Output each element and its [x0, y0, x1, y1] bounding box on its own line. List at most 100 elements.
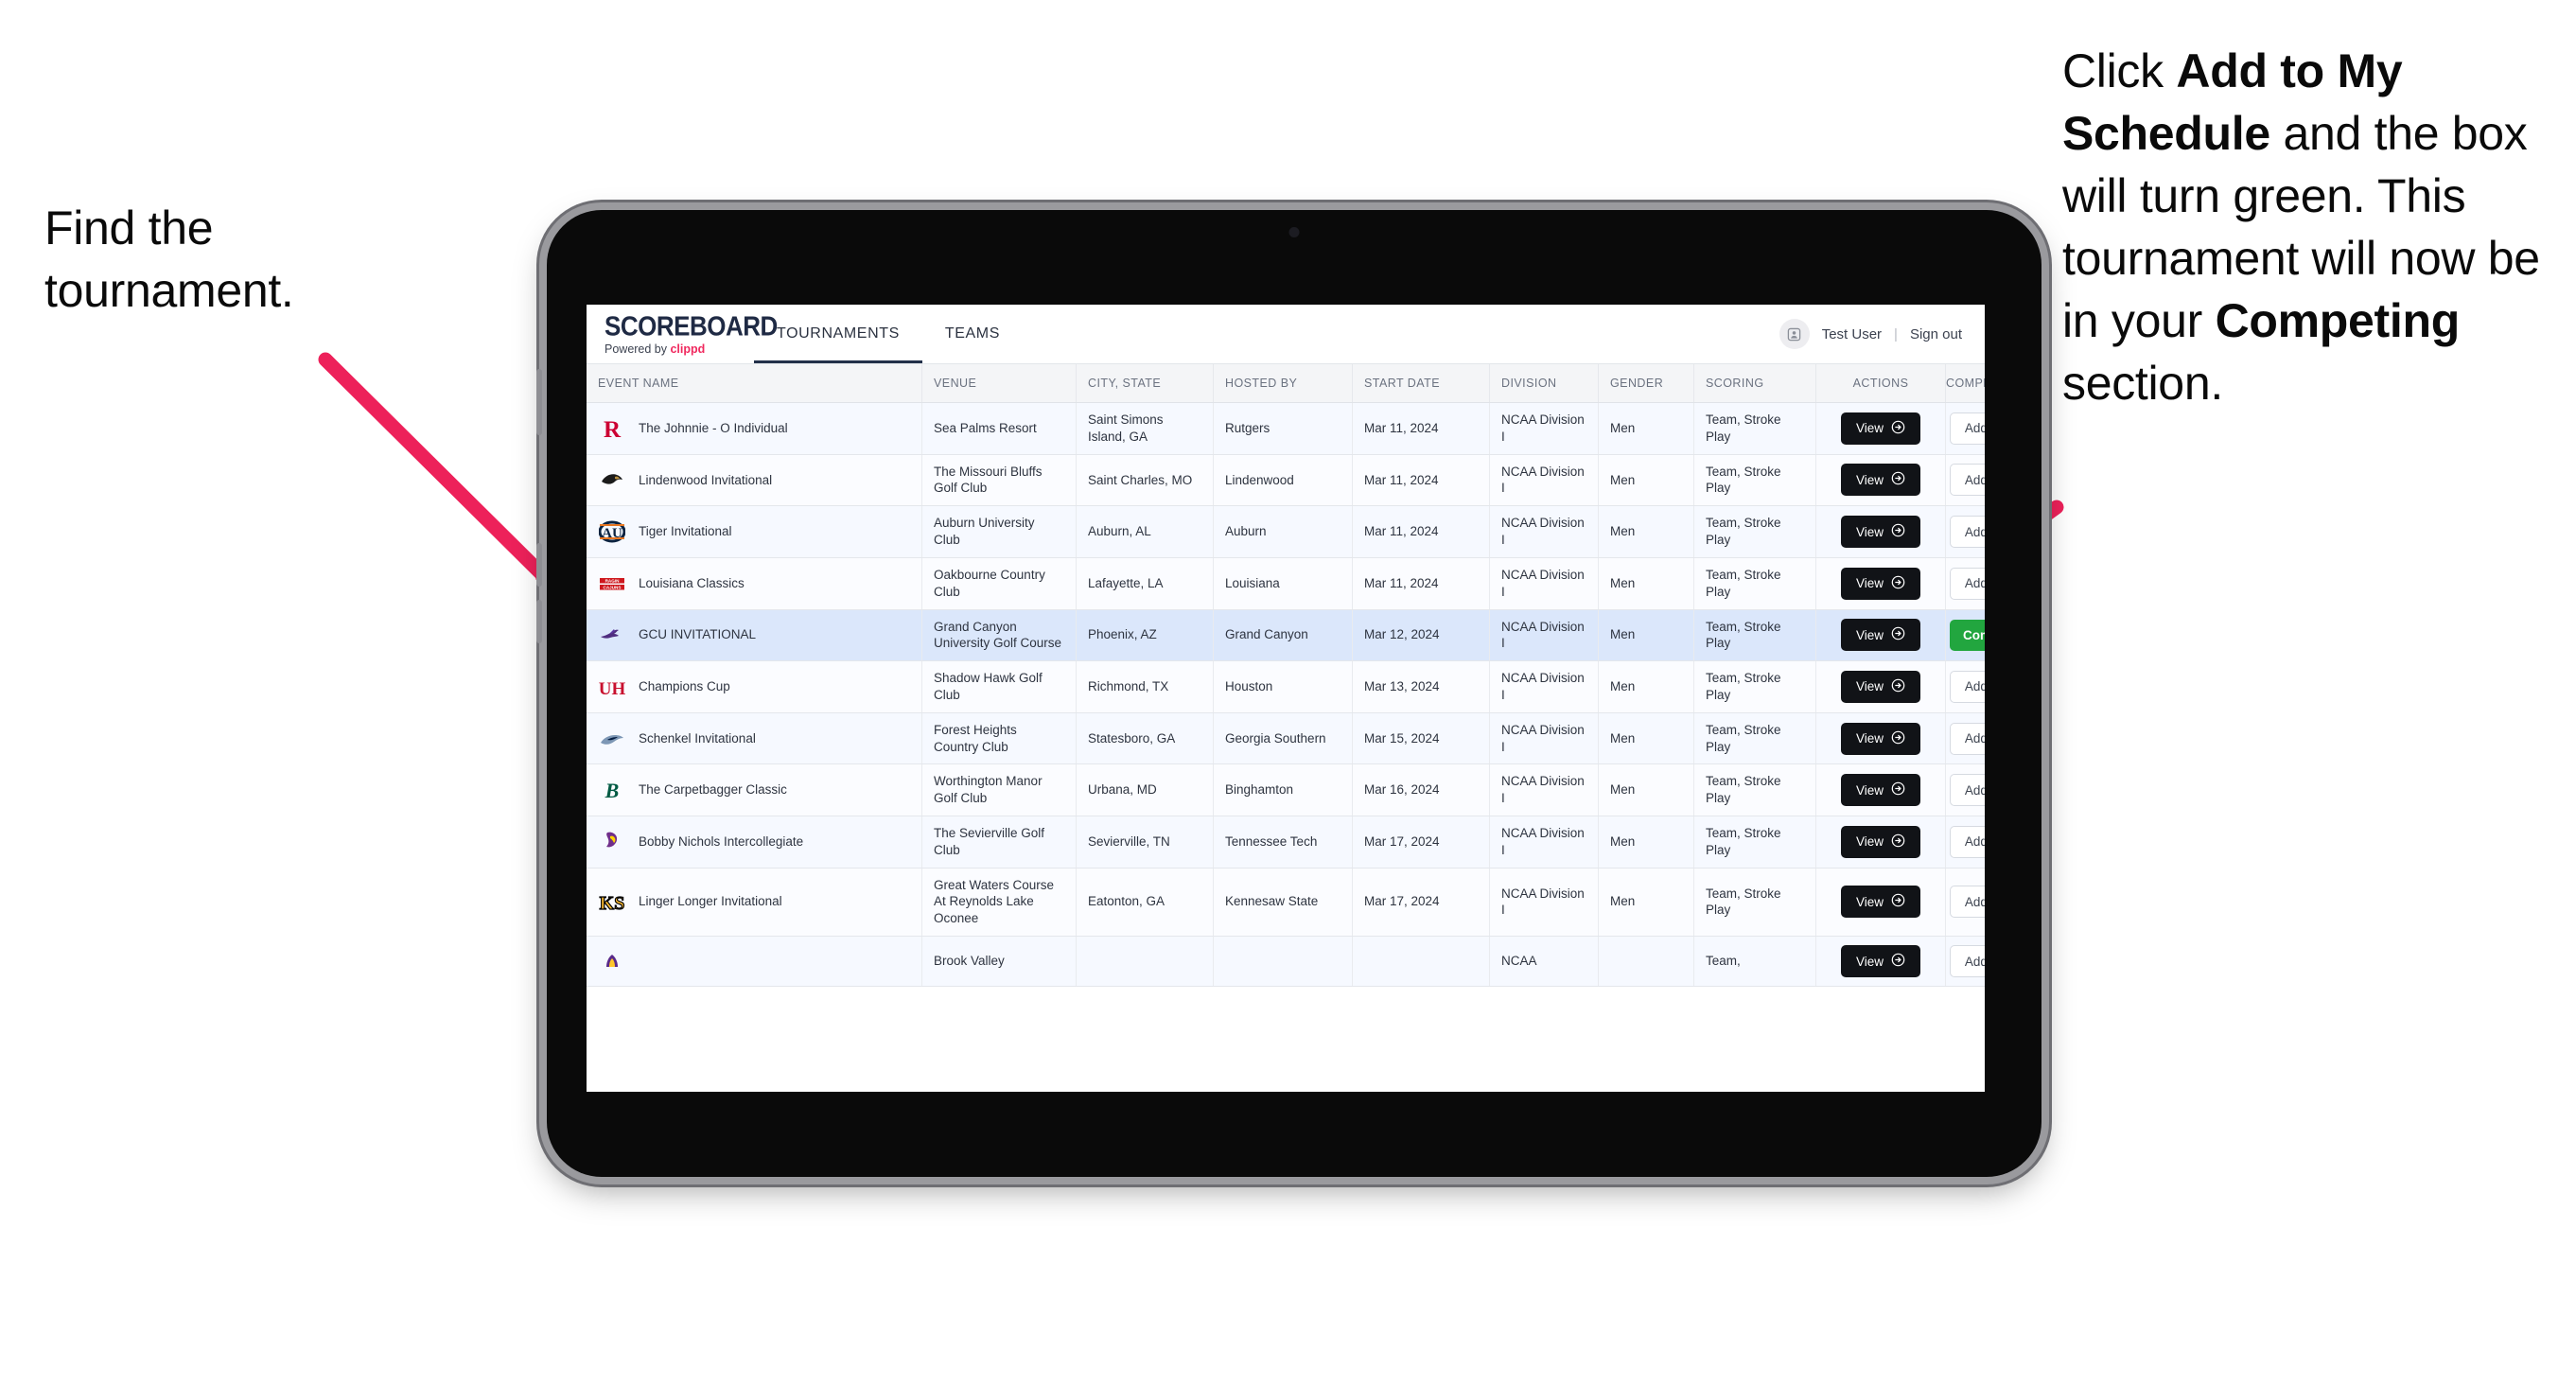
add-to-my-schedule-button[interactable]: Add to My Schedule+ [1950, 516, 1985, 549]
houston-logo: UH [598, 673, 626, 701]
view-button[interactable]: View [1840, 722, 1921, 755]
user-separator: | [1894, 325, 1898, 342]
table-row[interactable]: Brook Valley NCAA Team, View Add to My Sched… [587, 936, 1985, 988]
view-button[interactable]: View [1840, 412, 1921, 445]
cell-competing: Competing✓ [1945, 609, 1985, 662]
powered-by-text: Powered by [605, 342, 671, 356]
brand-logo: SCOREBOARD Powered by clippd [587, 305, 778, 363]
tab-tournaments[interactable]: TOURNAMENTS [754, 305, 922, 363]
cell-competing: Add to My Schedule+ [1945, 936, 1985, 988]
view-button-label: View [1855, 627, 1884, 642]
volume-down-button[interactable] [536, 600, 542, 643]
view-button[interactable]: View [1840, 886, 1921, 919]
cell-hosted-by [1213, 936, 1353, 988]
arrow-circle-right-icon [1891, 678, 1905, 695]
binghamton-logo: B [598, 776, 626, 804]
cell-hosted-by: Kennesaw State [1213, 868, 1353, 938]
power-button[interactable] [536, 369, 542, 435]
cell-gender: Men [1598, 402, 1694, 455]
add-to-my-schedule-button[interactable]: Add to My Schedule+ [1950, 412, 1985, 445]
add-to-my-schedule-button[interactable]: Add to My Schedule+ [1950, 825, 1985, 858]
view-button[interactable]: View [1840, 774, 1921, 807]
cell-event-name: UH Champions Cup [587, 660, 922, 713]
cell-scoring: Team, Stroke Play [1693, 712, 1816, 765]
cell-competing: Add to My Schedule+ [1945, 505, 1985, 558]
view-button-label: View [1855, 834, 1884, 850]
tab-tournaments-label: TOURNAMENTS [777, 325, 900, 342]
add-to-my-schedule-button[interactable]: Add to My Schedule+ [1950, 886, 1985, 919]
cell-division: NCAA Division I [1489, 868, 1599, 938]
svg-text:R: R [604, 417, 622, 442]
arrow-circle-right-icon [1891, 420, 1905, 437]
table-row[interactable]: Lindenwood Invitational The Missouri Bluf… [587, 454, 1985, 507]
add-to-my-schedule-button[interactable]: Add to My Schedule+ [1950, 567, 1985, 600]
table-row[interactable]: AU Tiger Invitational Auburn University Cl… [587, 505, 1985, 558]
add-to-my-schedule-button[interactable]: Add to My Schedule+ [1950, 722, 1985, 755]
arrow-circle-right-icon [1891, 833, 1905, 851]
column-header-event-name[interactable]: EVENT NAME [587, 364, 922, 403]
cell-competing: Add to My Schedule+ [1945, 763, 1985, 816]
cell-scoring: Team, Stroke Play [1693, 505, 1816, 558]
tablet-device-frame: SCOREBOARD Powered by clippd TOURNAMENTS… [536, 210, 2042, 1177]
cell-event-name [587, 936, 922, 988]
cell-gender: Men [1598, 557, 1694, 610]
tournaments-table: EVENT NAME VENUE CITY, STATE HOSTED BY S… [587, 364, 1985, 988]
user-name[interactable]: Test User [1822, 326, 1882, 342]
cell-event-name: R The Johnnie - O Individual [587, 402, 922, 455]
add-button-label: Add to My Schedule [1964, 894, 1985, 909]
column-header-division[interactable]: DIVISION [1489, 364, 1599, 403]
competing-button[interactable]: Competing✓ [1950, 619, 1985, 651]
cell-event-name: Bobby Nichols Intercollegiate [587, 816, 922, 868]
column-header-competing: COMPETING [1945, 364, 1985, 403]
table-row[interactable]: UH Champions Cup Shadow Hawk Golf Club Rich… [587, 660, 1985, 713]
table-row[interactable]: B The Carpetbagger Classic Worthington Man… [587, 763, 1985, 816]
cell-scoring: Team, Stroke Play [1693, 660, 1816, 713]
table-row[interactable]: GCU INVITATIONAL Grand Canyon University … [587, 609, 1985, 662]
column-header-gender[interactable]: GENDER [1598, 364, 1694, 403]
view-button[interactable]: View [1840, 619, 1921, 652]
volume-up-button[interactable] [536, 543, 542, 587]
table-row[interactable]: R The Johnnie - O Individual Sea Palms Res… [587, 402, 1985, 455]
table-row[interactable]: Schenkel Invitational Forest Heights Coun… [587, 712, 1985, 765]
cell-competing: Add to My Schedule+ [1945, 402, 1985, 455]
column-header-city-state[interactable]: CITY, STATE [1076, 364, 1214, 403]
column-header-start-date[interactable]: START DATE [1352, 364, 1490, 403]
view-button[interactable]: View [1840, 516, 1921, 549]
add-to-my-schedule-button[interactable]: Add to My Schedule+ [1950, 774, 1985, 807]
cell-actions: View [1815, 557, 1946, 610]
view-button[interactable]: View [1840, 567, 1921, 600]
column-header-venue[interactable]: VENUE [921, 364, 1077, 403]
view-button[interactable]: View [1840, 670, 1921, 703]
table-row[interactable]: Bobby Nichols Intercollegiate The Sevierv… [587, 816, 1985, 868]
view-button[interactable]: View [1840, 825, 1921, 858]
event-name-text: Bobby Nichols Intercollegiate [639, 833, 804, 849]
add-to-my-schedule-button[interactable]: Add to My Schedule+ [1950, 464, 1985, 497]
view-button[interactable]: View [1840, 464, 1921, 497]
table-row[interactable]: RAGIN CAJUNS Louisiana Classics Oakbourne C… [587, 557, 1985, 610]
column-header-scoring[interactable]: SCORING [1693, 364, 1816, 403]
cell-city-state: Lafayette, LA [1076, 557, 1214, 610]
table-row[interactable]: KS Linger Longer Invitational Great Waters… [587, 868, 1985, 938]
add-button-label: Add to My Schedule [1964, 954, 1985, 969]
cell-division: NCAA Division I [1489, 454, 1599, 507]
cell-actions: View [1815, 402, 1946, 455]
svg-text:UH: UH [599, 679, 625, 699]
view-button[interactable]: View [1840, 945, 1921, 978]
cell-division: NCAA Division I [1489, 712, 1599, 765]
user-avatar-icon[interactable] [1779, 319, 1810, 349]
competing-button-label: Competing [1963, 627, 1985, 642]
add-to-my-schedule-button[interactable]: Add to My Schedule+ [1950, 945, 1985, 978]
cell-hosted-by: Tennessee Tech [1213, 816, 1353, 868]
event-name-text: Schenkel Invitational [639, 730, 756, 746]
view-button-label: View [1855, 954, 1884, 969]
add-to-my-schedule-button[interactable]: Add to My Schedule+ [1950, 670, 1985, 703]
cell-scoring: Team, [1693, 936, 1816, 988]
tab-teams[interactable]: TEAMS [922, 305, 1023, 363]
cell-competing: Add to My Schedule+ [1945, 712, 1985, 765]
event-name-text: Linger Longer Invitational [639, 894, 782, 909]
cell-start-date: Mar 17, 2024 [1352, 816, 1490, 868]
cell-event-name: B The Carpetbagger Classic [587, 763, 922, 816]
column-header-hosted-by[interactable]: HOSTED BY [1213, 364, 1353, 403]
sign-out-link[interactable]: Sign out [1910, 326, 1962, 342]
cell-hosted-by: Louisiana [1213, 557, 1353, 610]
